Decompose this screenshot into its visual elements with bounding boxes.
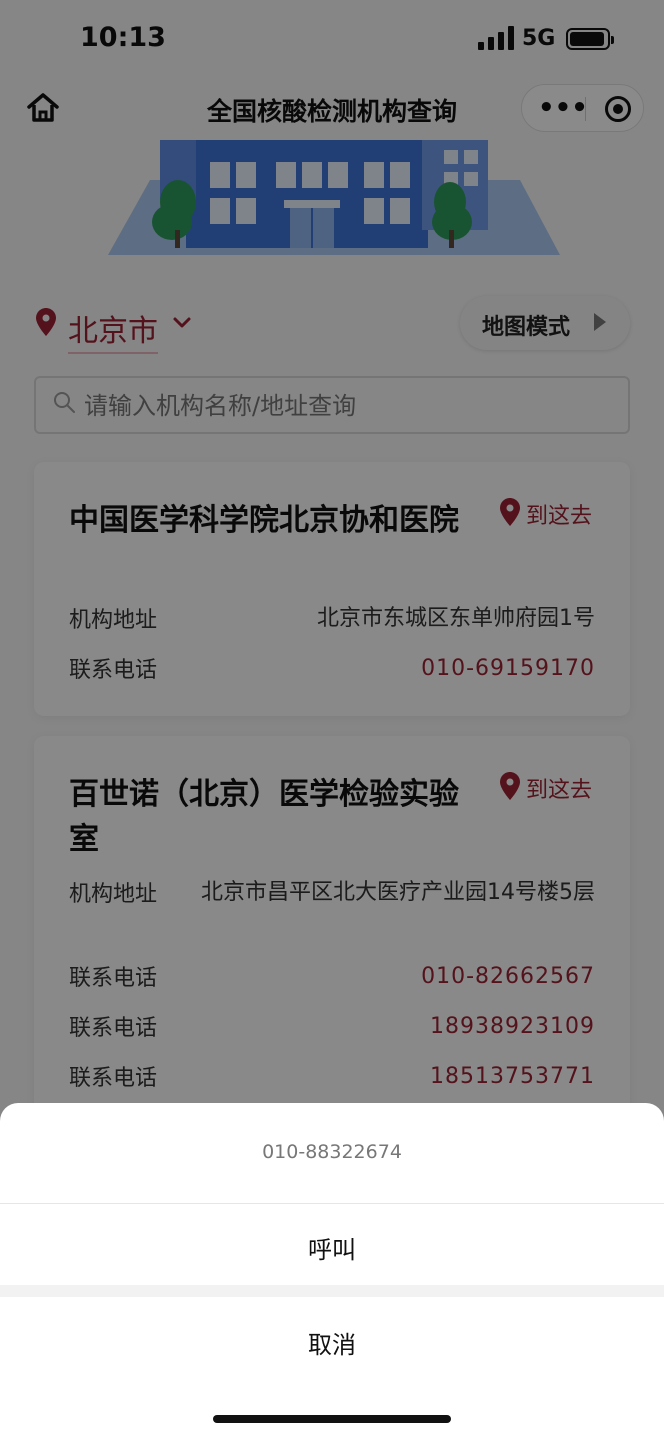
- home-indicator[interactable]: [213, 1415, 451, 1423]
- call-button[interactable]: 呼叫: [0, 1204, 664, 1284]
- call-button-label: 呼叫: [308, 1236, 356, 1264]
- sheet-separator: [0, 1285, 664, 1297]
- cancel-button-label: 取消: [308, 1331, 356, 1359]
- page: 10:13 5G 全国核酸检测机构查询 ••• 北京市 地图模式 请输入机构名称…: [0, 0, 664, 1436]
- call-action-sheet: 010-88322674 呼叫 取消: [0, 1103, 664, 1436]
- action-sheet-phone-number: 010-88322674: [262, 1141, 402, 1163]
- cancel-button[interactable]: 取消: [0, 1297, 664, 1387]
